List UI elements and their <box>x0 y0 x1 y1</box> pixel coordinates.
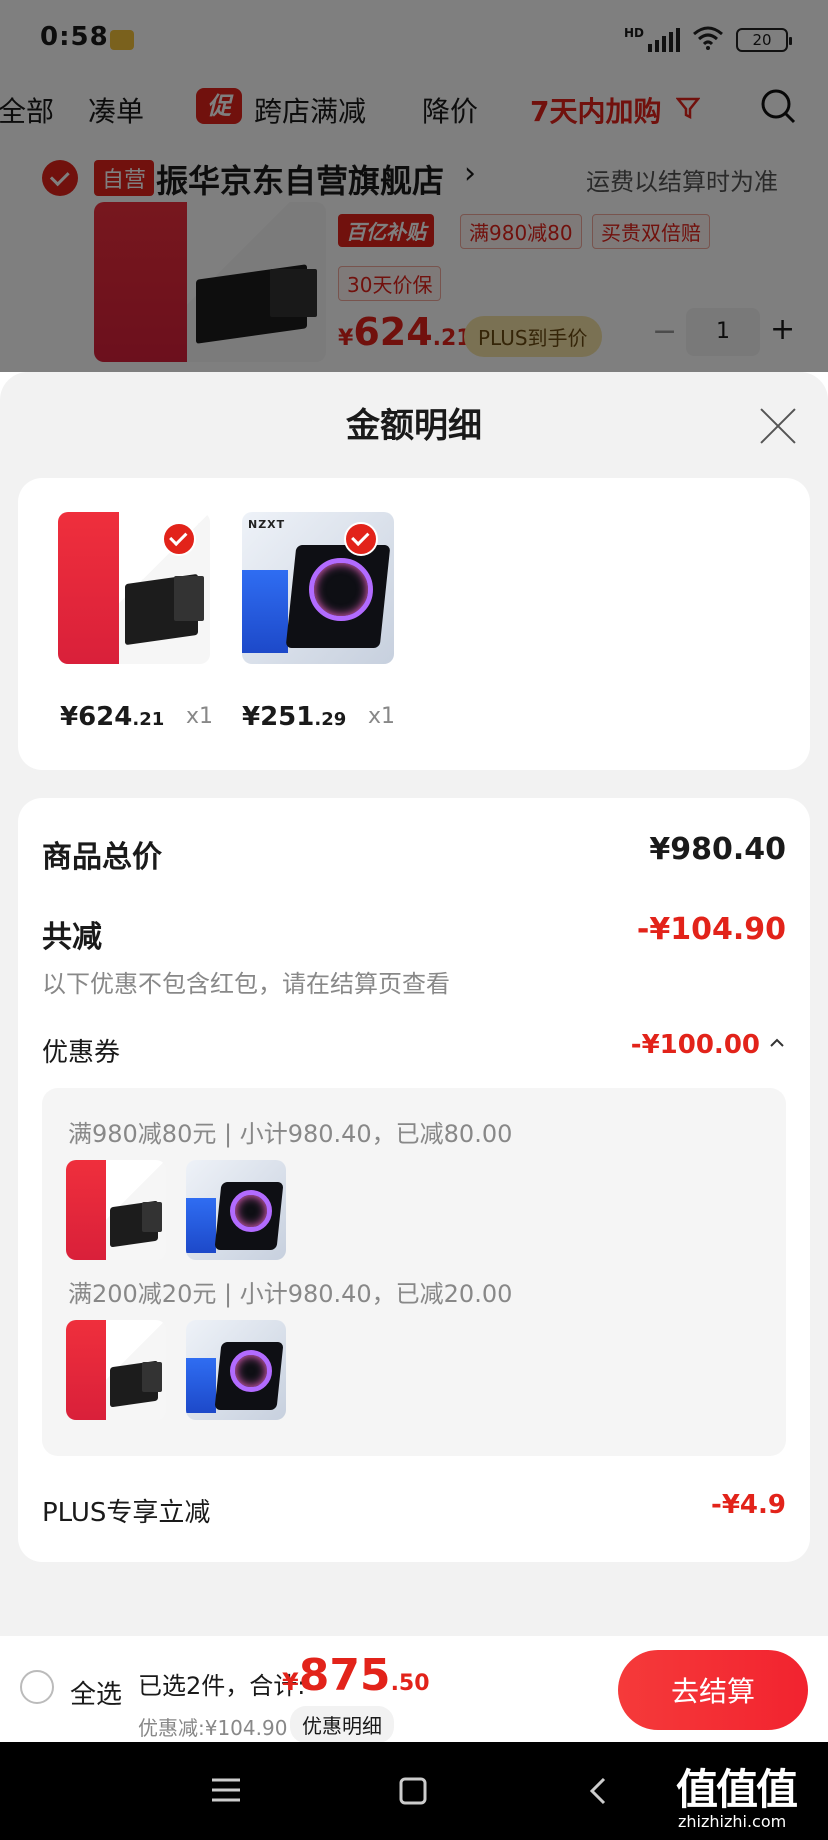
coupon-product-thumb <box>66 1160 166 1260</box>
coupon-product-thumb <box>186 1160 286 1260</box>
discount-value: -¥104.90 <box>636 912 786 947</box>
discount-detail-button[interactable]: 优惠明细 <box>290 1706 394 1743</box>
coupon-value: -¥100.00 <box>630 1030 760 1060</box>
home-icon[interactable] <box>398 1776 428 1810</box>
watermark-logo: 值值值 zhizhizhi.com <box>676 1765 798 1831</box>
select-all-label[interactable]: 全选 <box>70 1674 122 1711</box>
price-breakdown-card: 商品总价 ¥980.40 共减 -¥104.90 以下优惠不包含红包，请在结算页… <box>18 798 810 1562</box>
total-value: ¥980.40 <box>649 832 786 867</box>
total-label: 商品总价 <box>42 840 162 875</box>
product-check-icon[interactable] <box>344 522 378 556</box>
product-qty: x1 <box>186 704 214 729</box>
total-price: ¥875.50 <box>282 1650 430 1701</box>
chevron-up-icon[interactable] <box>768 1034 786 1056</box>
plus-discount-label: PLUS专享立减 <box>42 1498 211 1528</box>
product-qty: x1 <box>368 704 396 729</box>
dim-overlay[interactable] <box>0 0 828 372</box>
selected-summary: 已选2件，合计: <box>138 1672 306 1700</box>
discount-summary: 优惠减:¥104.90 <box>138 1716 288 1740</box>
discount-label: 共减 <box>42 920 102 955</box>
coupon-product-thumb <box>66 1320 166 1420</box>
product-price: ¥251.29 <box>242 702 347 732</box>
menu-icon[interactable] <box>210 1776 242 1808</box>
product-check-icon[interactable] <box>162 522 196 556</box>
coupon-rule: 满200减20元 | 小计980.40，已减20.00 <box>68 1280 513 1308</box>
discount-note: 以下优惠不包含红包，请在结算页查看 <box>42 970 450 998</box>
coupon-product-thumb <box>186 1320 286 1420</box>
select-all-radio[interactable] <box>20 1670 54 1704</box>
plus-discount-value: -¥4.9 <box>711 1490 786 1520</box>
coupon-detail-box: 满980减80元 | 小计980.40，已减80.00 满200减20元 | 小… <box>42 1088 786 1456</box>
back-icon[interactable] <box>588 1776 608 1810</box>
close-icon[interactable] <box>758 406 798 446</box>
product-price: ¥624.21 <box>60 702 165 732</box>
coupon-label: 优惠券 <box>42 1038 121 1068</box>
checkout-button[interactable]: 去结算 <box>618 1650 808 1730</box>
sheet-title: 金额明细 <box>346 406 482 446</box>
selected-products-card: NZXT ¥624.21 x1 ¥251.29 x1 <box>18 478 810 770</box>
coupon-rule: 满980减80元 | 小计980.40，已减80.00 <box>68 1120 513 1148</box>
